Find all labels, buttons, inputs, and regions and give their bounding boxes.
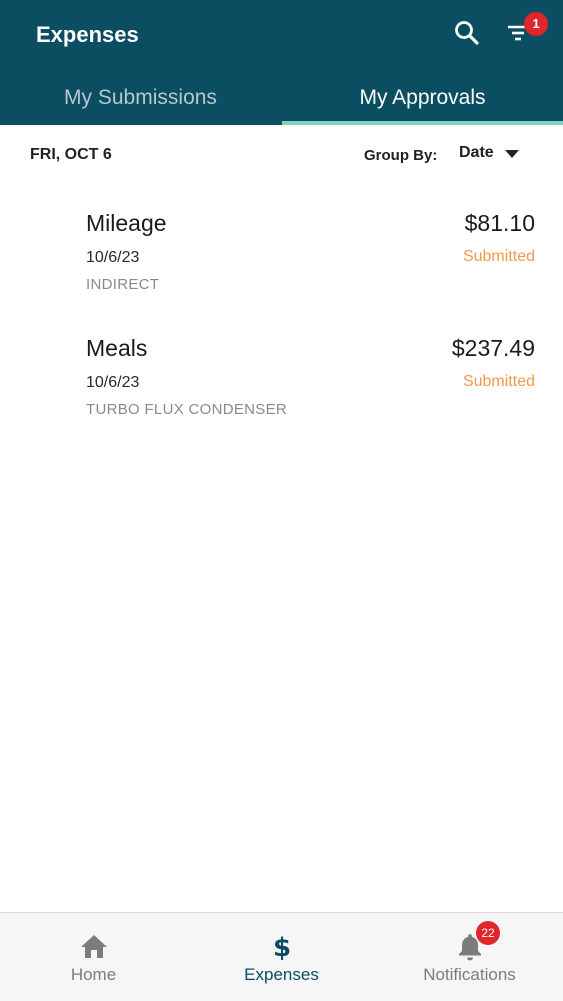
search-icon <box>455 21 479 45</box>
expense-name: Mileage <box>86 210 167 236</box>
expense-project: TURBO FLUX CONDENSER <box>86 401 288 418</box>
nav-home-label: Home <box>70 965 117 984</box>
active-tab-indicator <box>282 121 563 125</box>
expense-name: Meals <box>86 335 148 361</box>
bottom-navigation: Home $ Expenses 22 Notifications <box>0 912 563 1001</box>
expense-status: Submitted <box>462 373 535 390</box>
nav-home[interactable]: Home <box>0 913 187 1001</box>
dollar-icon: $ <box>272 933 290 961</box>
group-header: FRI, OCT 6 Group By: Date <box>0 140 563 172</box>
notification-count-badge: 22 <box>476 921 500 945</box>
tab-my-submissions[interactable]: My Submissions <box>0 76 281 125</box>
group-by-value: Date <box>459 144 494 161</box>
expense-amount: $81.10 <box>464 210 535 236</box>
date-section-heading: FRI, OCT 6 <box>30 146 112 163</box>
expense-date: 10/6/23 <box>86 374 140 391</box>
tab-my-approvals[interactable]: My Approvals <box>282 76 563 125</box>
search-button[interactable] <box>452 18 482 48</box>
expense-date: 10/6/23 <box>86 249 140 266</box>
expense-project: INDIRECT <box>86 276 160 293</box>
expense-item[interactable]: Meals $237.49 10/6/23 Submitted TURBO FL… <box>0 335 563 445</box>
filter-count-badge: 1 <box>524 12 548 36</box>
expense-amount: $237.49 <box>451 335 535 361</box>
expense-status: Submitted <box>462 248 535 265</box>
page-title: Expenses <box>36 22 139 47</box>
svg-text:$: $ <box>272 933 290 961</box>
nav-notifications[interactable]: 22 Notifications <box>376 913 563 1001</box>
nav-expenses[interactable]: $ Expenses <box>188 913 375 1001</box>
nav-notifications-label: Notifications <box>423 965 516 984</box>
nav-expenses-label: Expenses <box>244 965 319 984</box>
expense-item[interactable]: Mileage $81.10 10/6/23 Submitted INDIREC… <box>0 210 563 320</box>
group-by-label: Group By: <box>364 147 438 164</box>
app-header: Expenses 1 My Submissions My Approvals <box>0 0 563 125</box>
group-by-dropdown[interactable]: Date <box>459 144 529 168</box>
home-icon <box>80 935 107 958</box>
caret-down-icon <box>505 150 519 158</box>
tab-bar: My Submissions My Approvals <box>0 76 563 125</box>
